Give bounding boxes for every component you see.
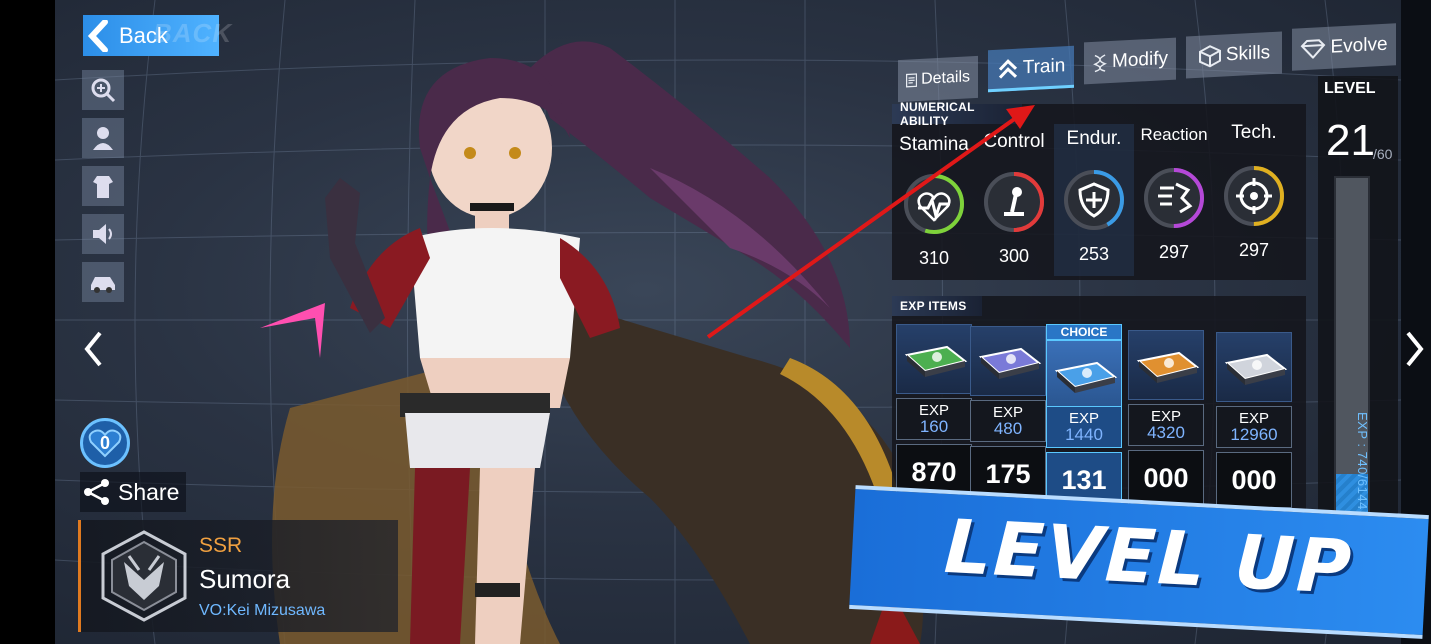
voice-actor: VO:Kei Mizusawa [199, 602, 326, 619]
exp-disk-icon [1224, 353, 1288, 385]
exp-value-label: EXP 480 [970, 400, 1046, 442]
exp-disk-icon [1136, 351, 1200, 383]
level-title: LEVEL [1324, 80, 1376, 97]
tab-evolve[interactable]: Evolve [1292, 23, 1396, 71]
panel-title: NUMERICAL ABILITY [892, 100, 1022, 128]
stat-reaction: Reaction 297 [1134, 124, 1214, 276]
exp-disk-icon [1054, 361, 1118, 393]
tab-details[interactable]: Details [898, 55, 978, 103]
exp-disk-item[interactable] [896, 324, 972, 394]
exp-value-label: EXP 160 [896, 398, 972, 440]
exp-amount: 1440 [1065, 425, 1103, 444]
stat-value: 300 [998, 246, 1030, 266]
dna-icon [1093, 54, 1107, 73]
joystick-icon [984, 172, 1044, 232]
voice-button[interactable] [82, 214, 124, 254]
tab-label: Modify [1112, 48, 1168, 72]
vehicle-button[interactable] [82, 262, 124, 302]
exp-value-label: EXP 4320 [1128, 404, 1204, 446]
level-panel: LEVEL 21 /60 EXP : 740/6144 [1318, 76, 1398, 531]
share-label: Share [118, 478, 180, 505]
exp-item-quantity: 000 [1216, 452, 1292, 508]
rarity-label: SSR [199, 534, 243, 557]
tab-train[interactable]: Train [988, 45, 1074, 93]
tab-skills[interactable]: Skills [1186, 31, 1282, 79]
speaker-icon [93, 224, 112, 244]
outfit-button[interactable] [82, 166, 124, 206]
prev-character-button[interactable] [78, 325, 108, 373]
panel-title: EXP ITEMS [892, 296, 982, 316]
stat-name: Tech. [1231, 122, 1277, 143]
choice-tag: CHOICE [1046, 324, 1122, 340]
stat-name: Endur. [1066, 128, 1122, 149]
exp-amount: 480 [993, 419, 1023, 438]
share-button[interactable]: Share [80, 472, 186, 512]
back-button[interactable]: Back BACK [83, 15, 231, 56]
stat-name: Control [983, 131, 1045, 152]
level-current: 21 [1326, 116, 1375, 165]
exp-disk-icon [904, 345, 968, 377]
diamond-icon [1301, 39, 1326, 60]
exp-value-label: EXP 1440 [1046, 406, 1122, 448]
stat-tech: Tech. 297 [1214, 122, 1294, 276]
exp-disk-icon [978, 347, 1042, 379]
cube-icon [1198, 45, 1221, 68]
stat-value: 297 [1158, 242, 1190, 262]
exp-value-label: EXP 12960 [1216, 406, 1292, 448]
double-chevron-up-icon [998, 58, 1017, 79]
chevron-left-icon [83, 15, 113, 56]
share-icon [84, 479, 109, 505]
outfit-icon [93, 176, 113, 198]
stat-name: Reaction [1140, 125, 1208, 144]
next-character-button[interactable] [1400, 325, 1430, 373]
car-icon [91, 277, 115, 293]
side-toolbar [82, 70, 124, 310]
stat-control: Control 300 [974, 124, 1054, 276]
level-max: /60 [1373, 146, 1393, 162]
zoom-button[interactable] [82, 70, 124, 110]
crosshair-icon [1224, 166, 1284, 226]
stat-endur: Endur. 253 [1054, 124, 1134, 276]
stat-value: 297 [1238, 240, 1270, 260]
tab-label: Evolve [1330, 33, 1388, 58]
exp-disk-item[interactable] [970, 326, 1046, 396]
heart-ecg-icon [904, 174, 964, 234]
exp-amount: 12960 [1230, 425, 1278, 444]
back-watermark: BACK [153, 18, 233, 48]
portrait-button[interactable] [82, 118, 124, 158]
exp-progress-text: EXP : 740/6144 [1355, 412, 1370, 510]
stat-stamina: Stamina 310 [894, 124, 974, 276]
game-screen: Back BACK 0 Share SSR Sumora VO:Kei Mizu… [0, 0, 1431, 644]
left-letterbox [0, 0, 55, 644]
exp-amount: 160 [919, 417, 949, 436]
character-info-card: SSR Sumora VO:Kei Mizusawa [78, 520, 398, 632]
exp-disk-item[interactable] [1216, 332, 1292, 402]
faction-emblem-icon [101, 530, 187, 622]
stat-value: 253 [1078, 244, 1110, 264]
tab-label: Skills [1225, 42, 1271, 66]
affection-badge[interactable]: 0 [80, 418, 130, 468]
chevron-left-icon [84, 331, 102, 367]
tab-label: Train [1022, 54, 1066, 78]
tab-modify[interactable]: Modify [1084, 37, 1176, 85]
document-icon [906, 73, 918, 88]
stat-name: Stamina [899, 134, 969, 155]
stat-value: 310 [918, 248, 950, 268]
exp-disk-item[interactable] [1128, 330, 1204, 400]
numerical-ability-panel: NUMERICAL ABILITY Stamina 310 Control 300 En… [892, 100, 1306, 280]
tab-label: Details [921, 68, 970, 88]
zoom-in-icon [91, 78, 116, 103]
person-bust-icon [93, 127, 113, 150]
exp-disk-item[interactable] [1046, 340, 1122, 410]
shield-plus-icon [1064, 170, 1124, 230]
exp-amount: 4320 [1147, 423, 1185, 442]
speed-runner-icon [1144, 168, 1204, 228]
chevron-right-icon [1406, 331, 1424, 367]
affection-count: 0 [99, 432, 110, 453]
exp-item-quantity: 000 [1128, 450, 1204, 506]
character-name: Sumora [199, 564, 291, 594]
